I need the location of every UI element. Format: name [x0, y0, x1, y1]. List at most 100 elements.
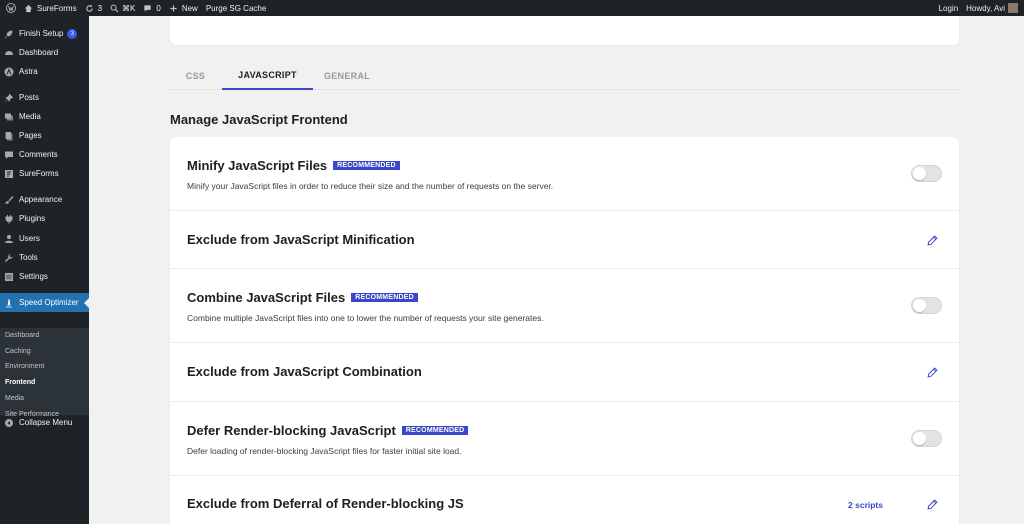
sidebar-item-comments[interactable]: Comments — [0, 145, 89, 164]
setting-title: Combine JavaScript Files RECOMMENDED — [187, 290, 418, 305]
edit-exclude-minification-button[interactable] — [926, 234, 938, 246]
defer-js-toggle[interactable] — [911, 430, 942, 447]
avatar — [1008, 3, 1018, 13]
wordpress-logo-icon[interactable] — [2, 0, 20, 16]
sidebar-item-settings[interactable]: Settings — [0, 267, 89, 286]
section-title: Manage JavaScript Frontend — [170, 112, 348, 127]
submenu-item-caching[interactable]: Caching — [5, 348, 31, 355]
astra-icon — [4, 67, 14, 77]
setting-row-exclude-combination: Exclude from JavaScript Combination — [170, 343, 959, 402]
users-icon — [4, 234, 14, 244]
recommended-badge: RECOMMENDED — [351, 293, 418, 302]
refresh-icon — [85, 4, 93, 12]
previous-card — [170, 16, 959, 45]
recommended-badge: RECOMMENDED — [333, 161, 400, 170]
sidebar-item-label: Speed Optimizer — [19, 298, 79, 307]
setting-row-exclude-deferral: Exclude from Deferral of Render-blocking… — [170, 476, 959, 524]
setting-description: Combine multiple JavaScript files into o… — [187, 313, 544, 323]
sidebar-item-label: Astra — [19, 67, 38, 76]
submenu-item-dashboard[interactable]: Dashboard — [5, 332, 39, 339]
form-icon — [4, 169, 14, 179]
javascript-settings-panel: Minify JavaScript Files RECOMMENDED Mini… — [170, 137, 959, 524]
setting-row-exclude-minification: Exclude from JavaScript Minification — [170, 211, 959, 269]
sidebar-item-pages[interactable]: Pages — [0, 126, 89, 145]
setting-row-minify-js: Minify JavaScript Files RECOMMENDED Mini… — [170, 137, 959, 211]
sidebar-item-sureforms[interactable]: SureForms — [0, 164, 89, 183]
main-content: CSS JAVASCRIPT GENERAL Manage JavaScript… — [89, 16, 1024, 524]
setting-title-text: Exclude from Deferral of Render-blocking… — [187, 496, 464, 511]
updates-link[interactable]: 3 — [81, 0, 106, 16]
search-icon — [110, 4, 119, 12]
sidebar-item-users[interactable]: Users — [0, 229, 89, 248]
wrench-icon — [4, 253, 14, 263]
dashboard-icon — [4, 48, 14, 58]
sidebar-item-posts[interactable]: Posts — [0, 88, 89, 107]
submenu-item-media[interactable]: Media — [5, 395, 24, 402]
setting-title: Exclude from JavaScript Combination — [187, 364, 422, 379]
sidebar-item-astra[interactable]: Astra — [0, 62, 89, 81]
comments-link[interactable]: 0 — [139, 0, 164, 16]
plug-icon — [4, 214, 14, 224]
sidebar-item-plugins[interactable]: Plugins — [0, 209, 89, 228]
pin-icon — [4, 93, 14, 103]
media-icon — [4, 112, 14, 122]
recommended-badge: RECOMMENDED — [401, 426, 469, 435]
brush-icon — [4, 195, 14, 205]
toggle-knob — [913, 432, 926, 445]
scripts-count-link[interactable]: 2 scripts — [848, 500, 883, 510]
site-name-link[interactable]: SureForms — [20, 0, 81, 16]
sidebar-item-label: Appearance — [19, 195, 63, 204]
command-shortcut: ⌘K — [122, 3, 136, 13]
home-icon — [24, 4, 33, 12]
tab-javascript[interactable]: JAVASCRIPT — [222, 61, 313, 90]
admin-bar: SureForms 3 ⌘K 0 New Purge SG Cache Logi… — [0, 0, 1024, 16]
settings-tabs: CSS JAVASCRIPT GENERAL — [170, 61, 959, 90]
sidebar-item-tools[interactable]: Tools — [0, 248, 89, 267]
purge-cache-button[interactable]: Purge SG Cache — [202, 0, 270, 16]
sidebar-item-label: SureForms — [19, 169, 59, 178]
plus-icon — [170, 4, 177, 12]
edit-exclude-combination-button[interactable] — [926, 366, 938, 378]
setting-title: Minify JavaScript Files RECOMMENDED — [187, 158, 400, 173]
sidebar-item-speed-optimizer[interactable]: Speed Optimizer — [0, 293, 89, 312]
new-content-link[interactable]: New — [165, 0, 202, 16]
setup-count-badge: 3 — [67, 28, 78, 39]
settings-icon — [4, 272, 14, 282]
pencil-icon — [926, 366, 938, 378]
account-menu[interactable]: Howdy, Avi — [962, 0, 1022, 16]
rocket-icon — [4, 29, 14, 39]
howdy-label: Howdy, Avi — [966, 3, 1005, 13]
tab-general[interactable]: GENERAL — [313, 61, 381, 90]
edit-exclude-deferral-button[interactable] — [926, 498, 938, 510]
collapse-icon — [4, 418, 14, 428]
setting-row-defer-js: Defer Render-blocking JavaScript RECOMME… — [170, 402, 959, 476]
tab-css[interactable]: CSS — [170, 61, 221, 90]
submenu-item-frontend[interactable]: Frontend — [5, 379, 35, 386]
sidebar-item-media[interactable]: Media — [0, 107, 89, 126]
sidebar-item-label: Dashboard — [19, 48, 59, 57]
sidebar-item-label: Pages — [19, 131, 42, 140]
minify-js-toggle[interactable] — [911, 165, 942, 182]
sidebar-item-appearance[interactable]: Appearance — [0, 190, 89, 209]
comment-icon — [144, 4, 152, 12]
speed-icon — [4, 298, 14, 308]
command-palette-link[interactable]: ⌘K — [106, 0, 139, 16]
sidebar-item-label: Posts — [19, 93, 40, 102]
pages-icon — [4, 131, 14, 141]
submenu-item-environment[interactable]: Environment — [5, 363, 44, 370]
sidebar-item-label: Users — [19, 234, 40, 243]
sidebar-item-label: Settings — [19, 272, 48, 281]
comments-count: 0 — [156, 3, 161, 13]
sidebar-item-dashboard[interactable]: Dashboard — [0, 43, 89, 62]
sidebar-item-finish-setup[interactable]: Finish Setup 3 — [0, 24, 89, 43]
login-link[interactable]: Login — [935, 0, 963, 16]
comment-icon — [4, 150, 14, 160]
setting-title-text: Exclude from JavaScript Combination — [187, 364, 422, 379]
pencil-icon — [926, 498, 938, 510]
combine-js-toggle[interactable] — [911, 297, 942, 314]
sidebar-item-label: Media — [19, 112, 41, 121]
setting-title-text: Minify JavaScript Files — [187, 158, 328, 173]
sidebar-item-label: Comments — [19, 150, 58, 159]
login-label: Login — [938, 3, 959, 13]
collapse-menu-button[interactable]: Collapse Menu — [0, 413, 89, 432]
